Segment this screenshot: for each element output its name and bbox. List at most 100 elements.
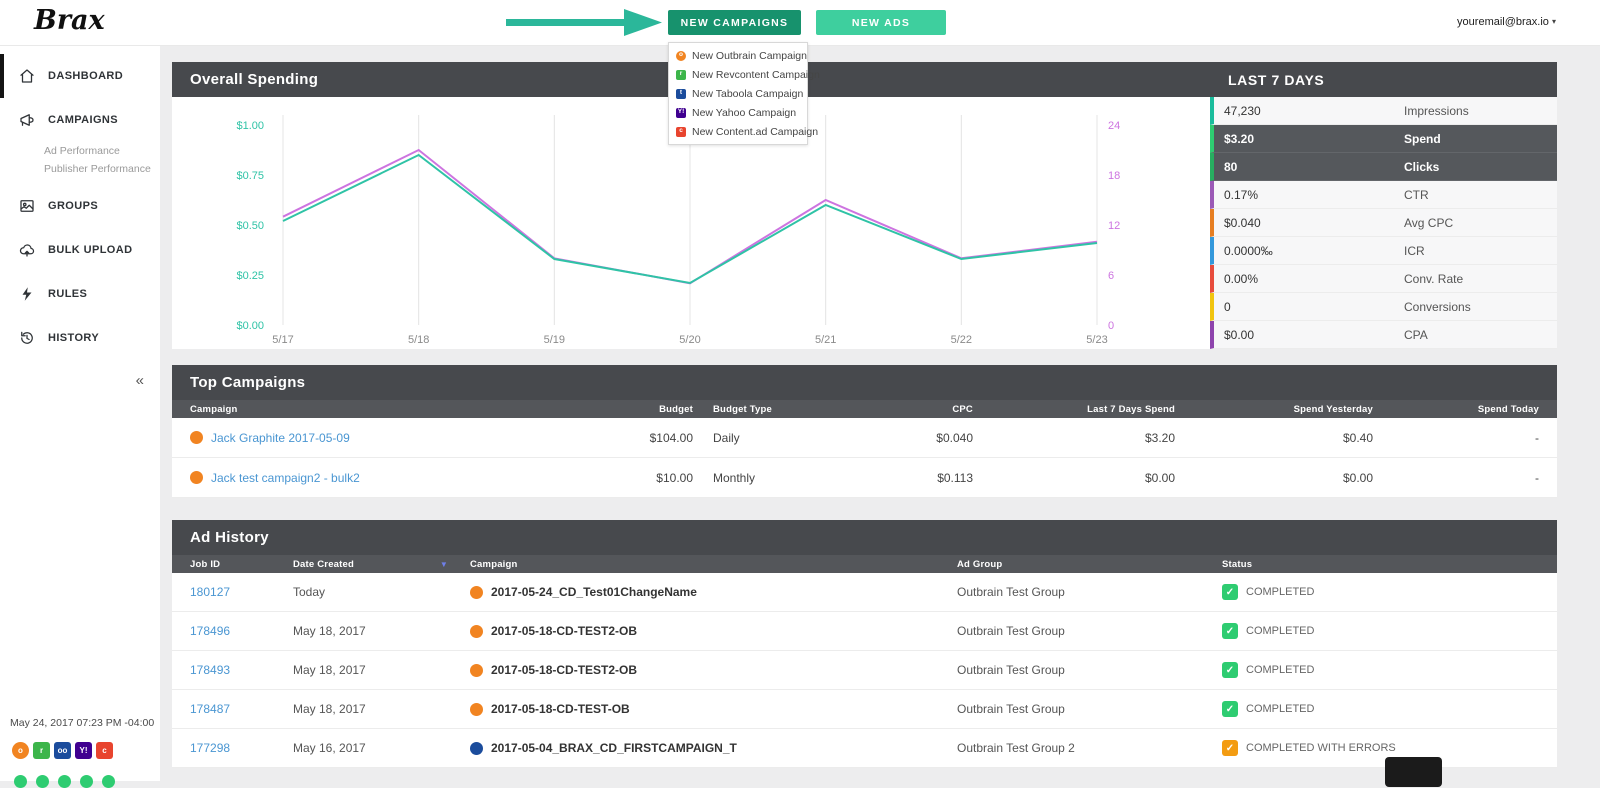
dropdown-item-label: New Revcontent Campaign bbox=[692, 68, 820, 81]
stat-label: Avg CPC bbox=[1404, 215, 1454, 230]
sidebar-subitem-publisher-performance[interactable]: Publisher Performance bbox=[0, 160, 160, 178]
taboola-icon[interactable]: oo bbox=[54, 742, 71, 759]
column-header-job-id[interactable]: Job ID bbox=[190, 559, 293, 570]
dropdown-item-new-yahoo-campaign[interactable]: Y! New Yahoo Campaign bbox=[669, 103, 807, 122]
table-row: 178487 May 18, 2017 2017-05-18-CD-TEST-O… bbox=[172, 690, 1557, 729]
ad-group-cell: Outbrain Test Group bbox=[957, 624, 1065, 638]
last-7-days-spend-cell: $0.00 bbox=[1144, 470, 1175, 485]
status-dot bbox=[102, 775, 115, 788]
job-id-link[interactable]: 177298 bbox=[190, 741, 230, 755]
bottom-right-widget[interactable] bbox=[1385, 757, 1442, 787]
column-header-budget-type[interactable]: Budget Type bbox=[693, 404, 833, 415]
check-icon: ✓ bbox=[1222, 701, 1238, 717]
outbrain-icon bbox=[470, 624, 483, 638]
stat-row-cpa: $0.00 CPA bbox=[1210, 321, 1557, 349]
column-header-status[interactable]: Status bbox=[1222, 559, 1539, 570]
column-header-spend-today[interactable]: Spend Today bbox=[1373, 404, 1539, 415]
stat-value: 0.00% bbox=[1224, 271, 1259, 286]
column-header-last-7-days-spend[interactable]: Last 7 Days Spend bbox=[973, 404, 1175, 415]
sidebar-item-dashboard[interactable]: DASHBOARD bbox=[0, 54, 160, 98]
ad-history-column-header: Job ID Date Created ▼ Campaign Ad Group … bbox=[172, 555, 1557, 573]
status-text: COMPLETED bbox=[1246, 664, 1315, 676]
contentad-icon[interactable]: c bbox=[96, 742, 113, 759]
date-created-cell: May 18, 2017 bbox=[293, 663, 366, 677]
outbrain-icon bbox=[470, 663, 483, 677]
job-id-link[interactable]: 178487 bbox=[190, 702, 230, 716]
job-id-link[interactable]: 178493 bbox=[190, 663, 230, 677]
sidebar-item-bulk-upload[interactable]: BULK UPLOAD bbox=[0, 228, 160, 272]
ad-group-cell: Outbrain Test Group bbox=[957, 585, 1065, 599]
status-text: COMPLETED WITH ERRORS bbox=[1246, 742, 1396, 754]
column-header-budget[interactable]: Budget bbox=[598, 404, 693, 415]
brax-logo[interactable]: Brax bbox=[34, 5, 105, 36]
date-created-cell: Today bbox=[293, 585, 326, 599]
new-ads-button[interactable]: NEW ADS bbox=[816, 10, 946, 35]
dropdown-item-new-contentad-campaign[interactable]: c New Content.ad Campaign bbox=[669, 122, 818, 141]
job-id-link[interactable]: 178496 bbox=[190, 624, 230, 638]
column-header-date-created[interactable]: Date Created ▼ bbox=[293, 559, 470, 570]
svg-text:5/22: 5/22 bbox=[951, 334, 972, 346]
outbrain-icon: o bbox=[676, 50, 686, 61]
status-dot bbox=[36, 775, 49, 788]
ad-group-cell: Outbrain Test Group bbox=[957, 663, 1065, 677]
spend-yesterday-cell: $0.40 bbox=[1342, 430, 1373, 445]
dropdown-item-new-outbrain-campaign[interactable]: o New Outbrain Campaign bbox=[669, 46, 807, 65]
column-header-campaign[interactable]: Campaign bbox=[470, 559, 957, 570]
dropdown-item-label: New Content.ad Campaign bbox=[692, 125, 819, 138]
caret-down-icon: ▾ bbox=[1551, 17, 1556, 26]
outbrain-icon bbox=[190, 471, 203, 484]
sidebar-item-rules[interactable]: RULES bbox=[0, 272, 160, 316]
user-menu[interactable]: youremail@brax.io ▾ bbox=[1457, 16, 1556, 28]
job-id-link[interactable]: 180127 bbox=[190, 585, 230, 599]
column-header-ad-group[interactable]: Ad Group bbox=[957, 559, 1222, 570]
campaign-link[interactable]: Jack test campaign2 - bulk2 bbox=[211, 471, 360, 485]
network-icons-row: o r oo Y! c bbox=[12, 742, 113, 759]
svg-text:24: 24 bbox=[1108, 120, 1120, 132]
column-header-campaign[interactable]: Campaign bbox=[190, 404, 598, 415]
taboola-icon: t bbox=[676, 88, 686, 99]
column-header-spend-yesterday[interactable]: Spend Yesterday bbox=[1175, 404, 1373, 415]
sidebar-subitem-ad-performance[interactable]: Ad Performance bbox=[0, 142, 160, 160]
yahoo-icon[interactable]: Y! bbox=[75, 742, 92, 759]
contentad-icon: c bbox=[676, 126, 686, 137]
panel-title: Ad History bbox=[190, 529, 269, 546]
status-text: COMPLETED bbox=[1246, 625, 1315, 637]
campaign-link[interactable]: Jack Graphite 2017-05-09 bbox=[211, 431, 350, 445]
sidebar-item-campaigns[interactable]: CAMPAIGNS bbox=[0, 98, 160, 142]
stat-row-avg-cpc: $0.040 Avg CPC bbox=[1210, 209, 1557, 237]
dropdown-item-new-taboola-campaign[interactable]: t New Taboola Campaign bbox=[669, 84, 807, 103]
svg-text:5/18: 5/18 bbox=[408, 334, 429, 346]
sidebar-item-history[interactable]: HISTORY bbox=[0, 316, 160, 360]
column-header-label: Date Created bbox=[293, 558, 355, 570]
svg-text:5/21: 5/21 bbox=[815, 334, 836, 346]
ad-group-cell: Outbrain Test Group bbox=[957, 702, 1065, 716]
new-campaigns-button[interactable]: NEW CAMPAIGNS bbox=[668, 10, 801, 35]
sidebar-item-label: HISTORY bbox=[48, 332, 100, 344]
stat-label: Impressions bbox=[1404, 103, 1469, 118]
groups-icon bbox=[20, 200, 34, 212]
budget-cell: $104.00 bbox=[649, 430, 693, 445]
last-7-days-stats: 47,230 Impressions $3.20 Spend 80 Clicks… bbox=[1210, 97, 1557, 349]
column-header-cpc[interactable]: CPC bbox=[833, 404, 973, 415]
sidebar-item-label: DASHBOARD bbox=[48, 70, 124, 82]
annotation-arrow-icon bbox=[506, 5, 664, 44]
stat-value: $3.20 bbox=[1224, 131, 1255, 146]
svg-text:5/17: 5/17 bbox=[272, 334, 293, 346]
svg-text:18: 18 bbox=[1108, 170, 1120, 182]
status-dot bbox=[58, 775, 71, 788]
outbrain-icon[interactable]: o bbox=[12, 742, 29, 759]
user-email: youremail@brax.io bbox=[1457, 16, 1549, 28]
last-7-days-title: LAST 7 DAYS bbox=[1228, 71, 1325, 88]
panel-title: Overall Spending bbox=[190, 71, 319, 88]
revcontent-icon: r bbox=[676, 69, 686, 80]
cpc-cell: $0.040 bbox=[936, 430, 973, 445]
dropdown-item-new-revcontent-campaign[interactable]: r New Revcontent Campaign bbox=[669, 65, 820, 84]
table-row: Jack test campaign2 - bulk2 $10.00 Month… bbox=[172, 458, 1557, 498]
check-icon: ✓ bbox=[1222, 662, 1238, 678]
table-row: 180127 Today 2017-05-24_CD_Test01ChangeN… bbox=[172, 573, 1557, 612]
sidebar-collapse-button[interactable]: « bbox=[136, 372, 144, 389]
status-dot bbox=[80, 775, 93, 788]
status-badge: ✓ COMPLETED WITH ERRORS bbox=[1222, 740, 1539, 756]
revcontent-icon[interactable]: r bbox=[33, 742, 50, 759]
sidebar-item-groups[interactable]: GROUPS bbox=[0, 184, 160, 228]
